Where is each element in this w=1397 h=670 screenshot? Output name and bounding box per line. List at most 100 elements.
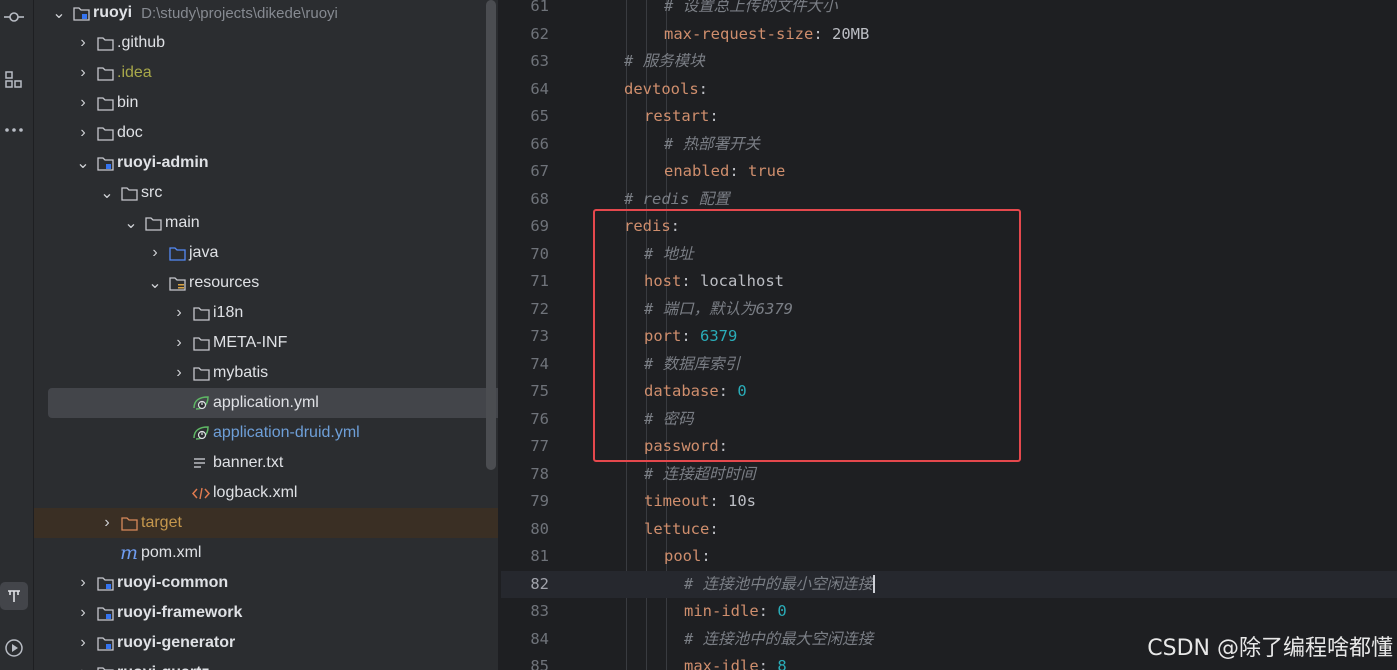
chevron-right-icon[interactable]: › xyxy=(76,574,90,591)
tree-item-main[interactable]: ⌄ main xyxy=(34,208,498,238)
code-line[interactable]: 61 # 设置总上传的文件大小 xyxy=(501,0,1397,21)
tree-root-ruoyi[interactable]: ⌄ ruoyi D:\study\projects\dikede\ruoyi xyxy=(34,0,498,28)
tree-scrollbar[interactable] xyxy=(486,0,496,470)
module-folder-icon xyxy=(96,635,114,651)
tree-item-ruoyi-common[interactable]: › ruoyi-common xyxy=(34,568,498,598)
line-number: 69 xyxy=(530,217,549,235)
chevron-right-icon[interactable]: › xyxy=(76,34,90,51)
tree-label: .github xyxy=(117,34,166,51)
code-line[interactable]: 67 enabled: true xyxy=(501,158,1397,186)
code-content: restart: xyxy=(644,103,719,131)
source-folder-icon xyxy=(168,245,186,261)
tree-item-i18n[interactable]: › i18n xyxy=(34,298,498,328)
tree-label: logback.xml xyxy=(213,484,298,501)
yaml-value: 10s xyxy=(728,492,757,510)
tree-item-src[interactable]: ⌄ src xyxy=(34,178,498,208)
chevron-down-icon[interactable]: ⌄ xyxy=(124,215,138,232)
code-line[interactable]: 83 min-idle: 0 xyxy=(501,598,1397,626)
structure-icon[interactable] xyxy=(0,66,28,94)
spring-yaml-icon xyxy=(192,425,210,441)
tree-item-logback-xml[interactable]: logback.xml xyxy=(34,478,498,508)
chevron-right-icon[interactable]: › xyxy=(76,664,90,670)
tree-label: ruoyi xyxy=(93,4,133,21)
line-number: 81 xyxy=(530,547,549,565)
tree-item-application-yml[interactable]: application.yml xyxy=(48,388,498,418)
code-line[interactable]: 81 pool: xyxy=(501,543,1397,571)
redis-highlight-box xyxy=(593,209,1021,462)
code-line[interactable]: 64 devtools: xyxy=(501,76,1397,104)
tree-item-github[interactable]: › .github xyxy=(34,28,498,58)
code-content: min-idle: 0 xyxy=(684,598,787,626)
line-number: 74 xyxy=(530,354,549,373)
code-line[interactable]: 63 # 服务模块 xyxy=(501,48,1397,76)
code-line[interactable]: 65 restart: xyxy=(501,103,1397,131)
folder-icon xyxy=(144,215,162,231)
tree-item-java[interactable]: › java xyxy=(34,238,498,268)
chevron-right-icon[interactable]: › xyxy=(76,124,90,141)
services-icon[interactable] xyxy=(0,582,28,610)
resources-folder-icon xyxy=(168,275,186,291)
yaml-comment: # redis 配置 xyxy=(624,189,730,208)
chevron-right-icon[interactable]: › xyxy=(172,304,186,321)
chevron-right-icon[interactable]: › xyxy=(172,364,186,381)
folder-icon xyxy=(192,335,210,351)
tree-item-meta-inf[interactable]: › META-INF xyxy=(34,328,498,358)
code-line[interactable]: 62 max-request-size: 20MB xyxy=(501,21,1397,49)
chevron-right-icon[interactable]: › xyxy=(76,634,90,651)
code-content: # 连接池中的最大空闲连接 xyxy=(684,626,873,654)
folder-icon xyxy=(120,185,138,201)
code-line[interactable]: 78 # 连接超时时间 xyxy=(501,461,1397,489)
folder-icon xyxy=(96,125,114,141)
chevron-right-icon[interactable]: › xyxy=(76,64,90,81)
yaml-colon: : xyxy=(729,162,739,180)
line-number: 70 xyxy=(530,244,549,263)
tree-item-mybatis[interactable]: › mybatis xyxy=(34,358,498,388)
yaml-value: true xyxy=(748,162,786,180)
tree-item-idea[interactable]: › .idea xyxy=(34,58,498,88)
tree-label: ruoyi-admin xyxy=(117,154,209,171)
chevron-right-icon[interactable]: › xyxy=(172,334,186,351)
module-folder-icon xyxy=(96,665,114,670)
yaml-colon: : xyxy=(698,79,708,98)
tree-item-target[interactable]: › target xyxy=(34,508,498,538)
code-line[interactable]: 80 lettuce: xyxy=(501,516,1397,544)
code-line[interactable]: 66 # 热部署开关 xyxy=(501,131,1397,159)
chevron-down-icon[interactable]: ⌄ xyxy=(148,275,162,292)
chevron-right-icon[interactable]: › xyxy=(76,94,90,111)
more-icon[interactable] xyxy=(0,116,28,144)
code-content: pool: xyxy=(664,543,711,571)
tree-label: pom.xml xyxy=(141,544,202,561)
excluded-folder-icon xyxy=(120,515,138,531)
tree-item-banner-txt[interactable]: banner.txt xyxy=(34,448,498,478)
code-editor[interactable]: 61 # 设置总上传的文件大小 62 max-request-size: 20MB 63… xyxy=(501,0,1397,670)
code-content: devtools: xyxy=(624,76,708,104)
tree-item-application-druid-yml[interactable]: application-druid.yml xyxy=(34,418,498,448)
code-content: # 连接超时时间 xyxy=(644,461,756,489)
tree-item-doc[interactable]: › doc xyxy=(34,118,498,148)
chevron-right-icon[interactable]: › xyxy=(148,244,162,261)
code-line[interactable]: 79 timeout: 10s xyxy=(501,488,1397,516)
chevron-down-icon[interactable]: ⌄ xyxy=(100,185,114,202)
yaml-key: enabled xyxy=(664,162,730,180)
tree-item-pom-xml[interactable]: m pom.xml xyxy=(34,538,498,568)
yaml-colon: : xyxy=(813,24,823,43)
tree-item-bin[interactable]: › bin xyxy=(34,88,498,118)
code-line[interactable]: 82 # 连接池中的最小空闲连接 xyxy=(501,570,1397,598)
yaml-key: max-request-size xyxy=(664,24,814,43)
chevron-down-icon[interactable]: ⌄ xyxy=(52,5,66,22)
chevron-right-icon[interactable]: › xyxy=(76,604,90,621)
line-number: 65 xyxy=(530,107,549,125)
tree-item-ruoyi-admin[interactable]: ⌄ ruoyi-admin xyxy=(34,148,498,178)
run-icon[interactable] xyxy=(0,634,28,662)
yaml-key: devtools xyxy=(624,79,699,98)
commit-icon[interactable] xyxy=(0,3,28,31)
line-number: 64 xyxy=(530,79,549,98)
tree-item-resources[interactable]: ⌄ resources xyxy=(34,268,498,298)
chevron-down-icon[interactable]: ⌄ xyxy=(76,155,90,172)
yaml-key: min-idle xyxy=(684,602,759,620)
chevron-right-icon[interactable]: › xyxy=(100,514,114,531)
line-number: 85 xyxy=(530,657,549,670)
tree-item-ruoyi-generator[interactable]: › ruoyi-generator xyxy=(34,628,498,658)
tree-item-ruoyi-quartz[interactable]: › ruoyi-quartz xyxy=(34,658,498,670)
tree-item-ruoyi-framework[interactable]: › ruoyi-framework xyxy=(34,598,498,628)
